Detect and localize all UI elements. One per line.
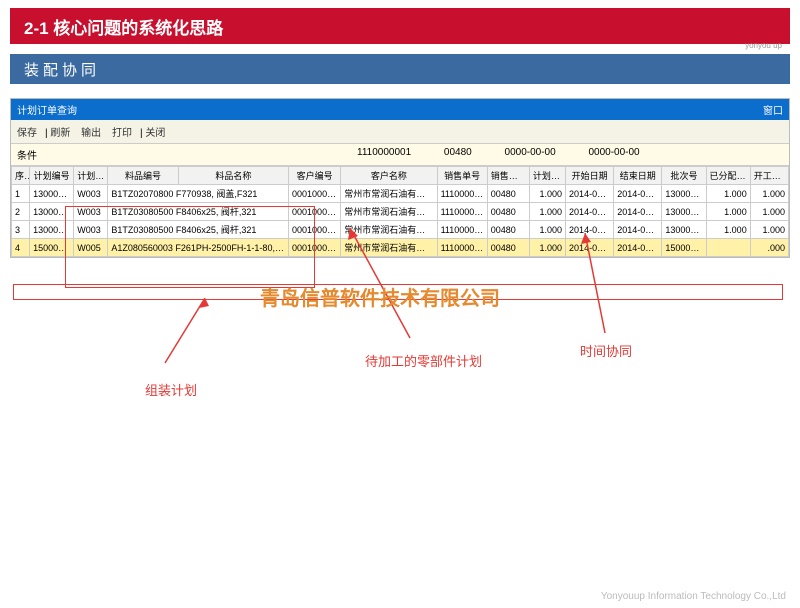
annotation-time-sync: 时间协同 [580,341,632,360]
table-row[interactable]: 113000405W003B1TZ02070800 F770938, 阀盖,F3… [12,185,789,203]
annotation-assembly-plan: 组装计划 [145,380,197,399]
annotation-box-row [13,284,783,300]
condition-row: 条件 1110000001 00480 0000-00-00 0000-00-0… [11,144,789,166]
window-title: 计划订单查询 [17,102,77,117]
export-button[interactable]: 输出 [81,128,101,139]
condition-label: 条件 [17,147,57,162]
slide-subtitle-bar: 装配协同 [10,54,790,84]
table-row[interactable]: 313000369W003B1TZ03080500 F8406x25, 阀杆,3… [12,221,789,239]
footer-text: Yonyouup Information Technology Co.,Ltd [601,591,786,602]
window-corner: 窗口 [763,102,783,117]
table-header-row: 序号计划编号计划类别料品编号料品名称客户编号客户名称销售单号销售单行号计划数量开… [12,167,789,185]
arrow-1 [155,298,215,373]
brand-logo: 用友优普yonyou up [722,20,782,50]
slide-subtitle: 装配协同 [24,59,100,80]
annotation-parts-plan: 待加工的零部件计划 [365,351,482,370]
watermark-text: 青岛信普软件技术有限公司 [260,282,500,311]
refresh-button[interactable]: 刷新 [50,128,70,139]
window-titlebar: 计划订单查询 窗口 [11,99,789,120]
app-window: 计划订单查询 窗口 保存| 刷新 输出 打印| 关闭 条件 1110000001… [10,98,790,258]
slide-title: 2-1 核心问题的系统化思路 [24,14,223,39]
close-button[interactable]: 关闭 [145,128,165,139]
toolbar: 保存| 刷新 输出 打印| 关闭 [11,120,789,144]
table-row[interactable]: 213000419W003B1TZ03080500 F8406x25, 阀杆,3… [12,203,789,221]
save-button[interactable]: 保存 [17,128,37,139]
print-button[interactable]: 打印 [112,128,132,139]
slide-title-bar: 2-1 核心问题的系统化思路 [10,8,790,44]
table-row[interactable]: 415000824W005A1Z080560003 F261PH-2500FH-… [12,239,789,257]
plan-order-table: 序号计划编号计划类别料品编号料品名称客户编号客户名称销售单号销售单行号计划数量开… [11,166,789,257]
